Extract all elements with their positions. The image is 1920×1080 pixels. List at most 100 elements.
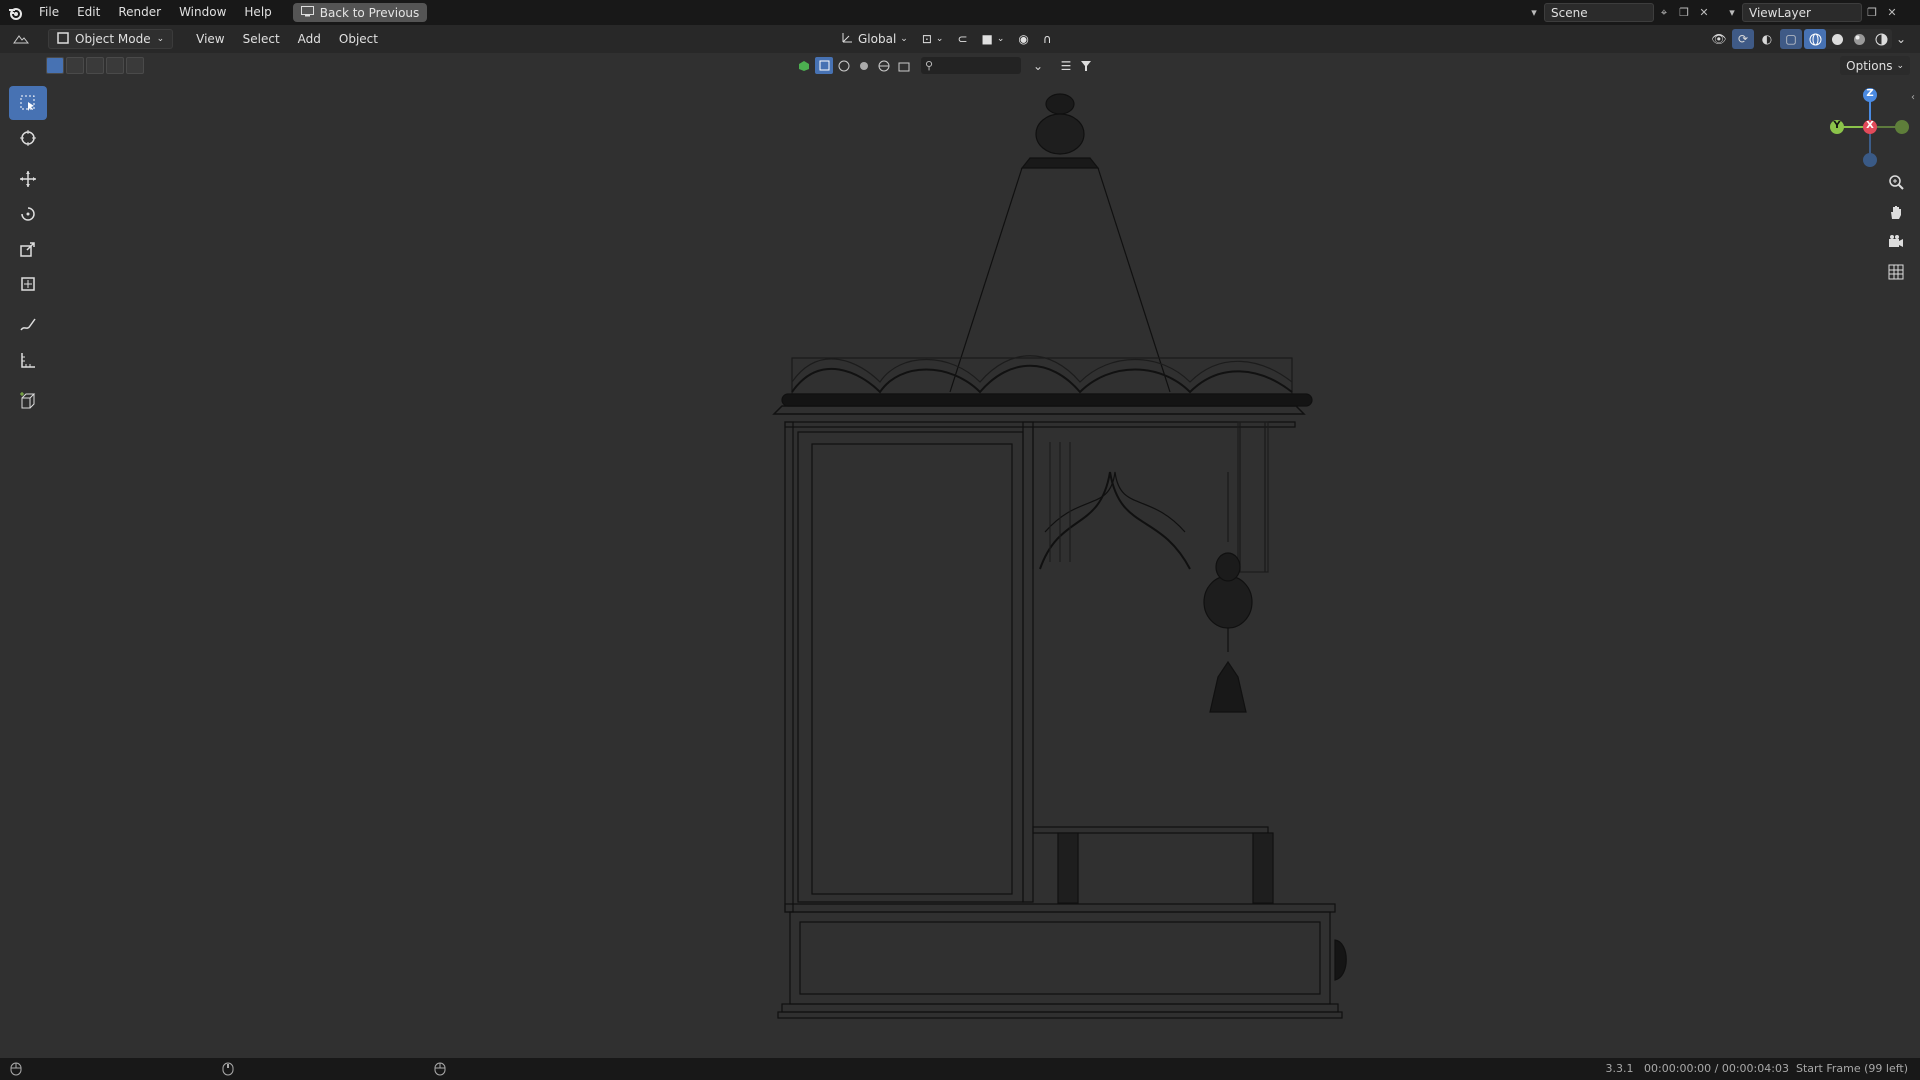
back-to-previous-button[interactable]: Back to Previous <box>292 3 428 22</box>
mouse-left-icon <box>10 1062 22 1079</box>
rendered-shading-icon[interactable] <box>1870 29 1892 49</box>
select-box-tool[interactable] <box>9 86 47 120</box>
new-viewlayer-icon[interactable]: ❐ <box>1862 3 1882 22</box>
object-mode-dropdown[interactable]: Object Mode ⌄ <box>48 29 174 49</box>
scene-selector: ▾ Scene ⌖ ❐ ✕ <box>1524 3 1714 22</box>
menu-file[interactable]: File <box>30 0 68 25</box>
transform-tool[interactable] <box>9 267 47 301</box>
snap-target-dropdown[interactable]: ■ ⌄ <box>976 29 1011 49</box>
orthographic-grid-icon[interactable] <box>1882 258 1910 286</box>
measure-tool[interactable] <box>9 343 47 377</box>
scene-name-field[interactable]: Scene <box>1544 3 1654 22</box>
object-type-filters: ⚲ ⌄ ☰ <box>795 57 1095 74</box>
menu-window[interactable]: Window <box>170 0 235 25</box>
select-extend-icon[interactable] <box>66 57 84 74</box>
scene-icon[interactable]: ▾ <box>1524 3 1544 22</box>
render-filter-icon[interactable] <box>895 57 913 74</box>
screen-icon <box>300 5 314 20</box>
falloff-dropdown[interactable]: ∩ <box>1037 29 1058 49</box>
wireframe-shading-icon[interactable] <box>1804 29 1826 49</box>
filter-funnel-icon[interactable] <box>1077 57 1095 74</box>
camera-view-icon[interactable] <box>1882 228 1910 256</box>
menu-view[interactable]: View <box>187 32 233 46</box>
pan-hand-icon[interactable] <box>1882 198 1910 226</box>
status-bar: 3.3.1 00:00:00:00 / 00:00:04:03 Start Fr… <box>0 1058 1920 1080</box>
proportional-icon: ◉ <box>1018 32 1029 46</box>
material-filter-icon[interactable] <box>835 57 853 74</box>
shading-options-chevron-icon[interactable]: ⌄ <box>1894 29 1908 49</box>
collection-filter-icon[interactable] <box>795 57 813 74</box>
blender-logo-icon[interactable] <box>0 0 30 25</box>
new-scene-icon[interactable]: ❐ <box>1674 3 1694 22</box>
delete-scene-icon[interactable]: ✕ <box>1694 3 1714 22</box>
select-intersect-icon[interactable] <box>126 57 144 74</box>
add-cube-tool[interactable] <box>9 384 47 418</box>
object-mode-label: Object Mode <box>75 32 151 46</box>
mouse-middle-icon <box>222 1062 234 1079</box>
options-dropdown[interactable]: Options ⌄ <box>1840 56 1910 75</box>
viewport-display-tools: 👁 ⟳ ◐ ▢ ⌄ <box>1708 29 1908 49</box>
selection-mode-group <box>46 57 144 74</box>
pin-icon[interactable]: ⌖ <box>1654 3 1674 22</box>
gizmo-z-label: Z <box>1866 88 1874 99</box>
pivot-point-dropdown[interactable]: ⊡ ⌄ <box>916 29 950 49</box>
pivot-icon: ⊡ <box>921 32 932 46</box>
frame-info-label: Start Frame (99 left) <box>1795 1062 1908 1075</box>
tool-shelf <box>9 86 47 419</box>
gizmo-y-label: Y <box>1833 120 1841 131</box>
chevron-down-icon: ⌄ <box>156 34 165 44</box>
annotate-tool[interactable] <box>9 308 47 342</box>
viewlayer-name-field[interactable]: ViewLayer <box>1742 3 1862 22</box>
visibility-icon[interactable]: 👁 <box>1708 29 1730 49</box>
chevron-down-icon: ⌄ <box>1896 60 1904 71</box>
cursor-tool[interactable] <box>9 121 47 155</box>
sort-icon[interactable]: ☰ <box>1057 57 1075 74</box>
viewlayer-selector: ▾ ViewLayer ❐ ✕ <box>1722 3 1902 22</box>
solid-shading-icon[interactable] <box>1826 29 1848 49</box>
proportional-edit-toggle[interactable]: ◉ <box>1012 29 1034 49</box>
transform-orientation-dropdown[interactable]: Global ⌄ <box>835 29 914 49</box>
select-subtract-icon[interactable] <box>86 57 104 74</box>
move-tool[interactable] <box>9 162 47 196</box>
xray-toggle-icon[interactable]: ▢ <box>1780 29 1802 49</box>
shading-mode-group <box>1804 29 1892 49</box>
gizmo-toggle-icon[interactable]: ⟳ <box>1732 29 1754 49</box>
back-to-previous-label: Back to Previous <box>319 5 420 20</box>
menu-object[interactable]: Object <box>330 32 387 46</box>
top-menubar: File Edit Render Window Help Back to Pre… <box>0 0 1920 25</box>
select-invert-icon[interactable] <box>106 57 124 74</box>
world-filter-icon[interactable] <box>875 57 893 74</box>
editor-type-icon[interactable] <box>10 29 32 49</box>
snap-increment-icon: ■ <box>981 32 993 46</box>
status-info: 3.3.1 00:00:00:00 / 00:00:04:03 Start Fr… <box>1606 1062 1908 1075</box>
options-label: Options <box>1846 58 1893 73</box>
viewport-header: Object Mode ⌄ View Select Add Object Glo… <box>0 25 1920 53</box>
overlay-toggle-icon[interactable]: ◐ <box>1756 29 1778 49</box>
zoom-icon[interactable] <box>1882 168 1910 196</box>
timecode-label: 00:00:00:00 / 00:00:04:03 <box>1644 1062 1789 1075</box>
scene-name: Scene <box>1551 5 1588 20</box>
temple-wireframe-model[interactable] <box>760 92 1360 1032</box>
gizmo-x-label: X <box>1866 120 1874 131</box>
viewlayer-icon[interactable]: ▾ <box>1722 3 1742 22</box>
search-options-chevron-icon[interactable]: ⌄ <box>1029 57 1047 74</box>
menu-select[interactable]: Select <box>234 32 289 46</box>
menu-edit[interactable]: Edit <box>68 0 109 25</box>
delete-viewlayer-icon[interactable]: ✕ <box>1882 3 1902 22</box>
rotate-tool[interactable] <box>9 197 47 231</box>
scale-tool[interactable] <box>9 232 47 266</box>
menu-help[interactable]: Help <box>235 0 280 25</box>
falloff-curve-icon: ∩ <box>1042 32 1052 46</box>
transform-orientation-label: Global <box>858 32 897 46</box>
select-new-icon[interactable] <box>46 57 64 74</box>
search-icon: ⚲ <box>925 59 934 72</box>
cube-icon <box>57 31 69 47</box>
sidebar-toggle-icon[interactable]: ‹ <box>1911 92 1915 103</box>
filter-search-input[interactable]: ⚲ <box>921 57 1021 74</box>
menu-render[interactable]: Render <box>109 0 170 25</box>
light-filter-icon[interactable] <box>855 57 873 74</box>
snap-toggle[interactable]: ⊂ <box>951 29 973 49</box>
menu-add[interactable]: Add <box>289 32 330 46</box>
material-shading-icon[interactable] <box>1848 29 1870 49</box>
mesh-filter-icon[interactable] <box>815 57 833 74</box>
